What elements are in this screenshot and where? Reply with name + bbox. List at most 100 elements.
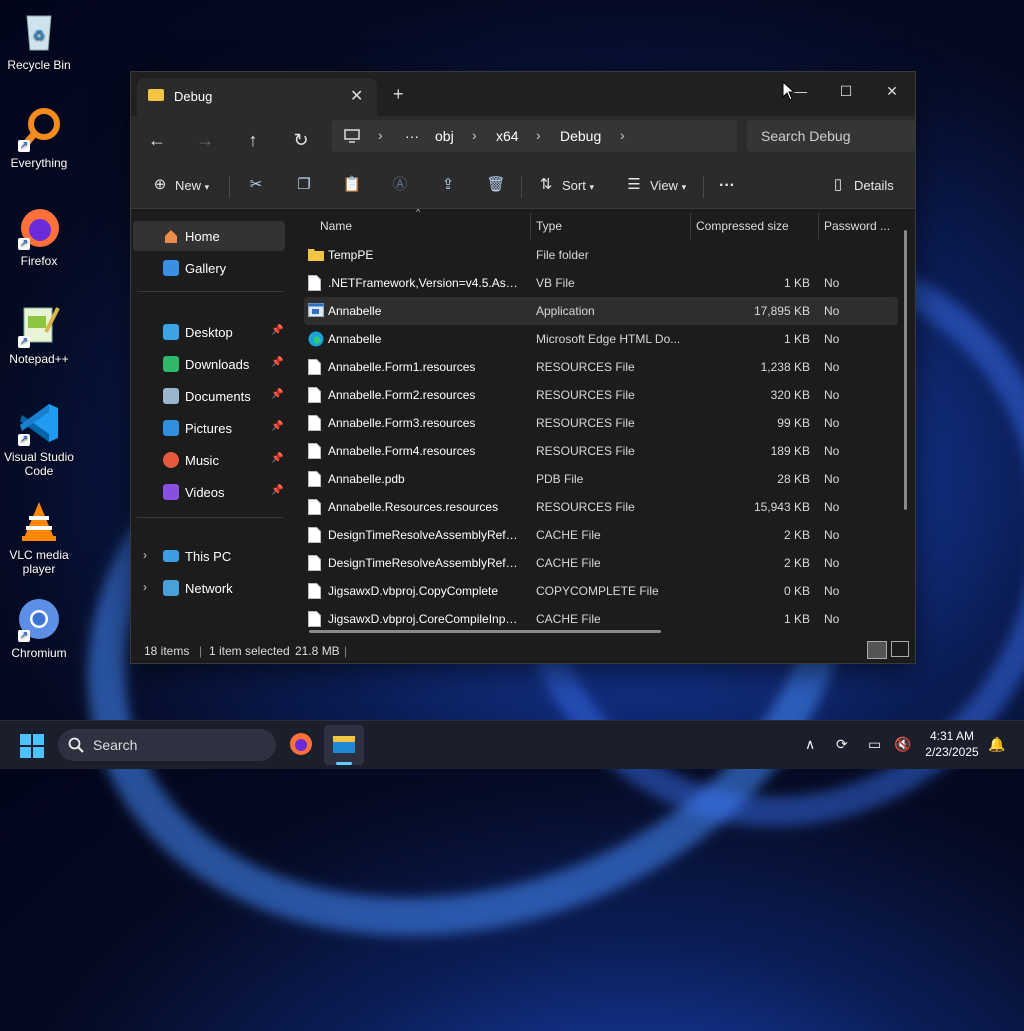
column-header-compressed-size[interactable]: Compressed size bbox=[696, 219, 789, 233]
column-header-password[interactable]: Password ... bbox=[824, 219, 890, 233]
column-header-name[interactable]: Name bbox=[320, 219, 352, 233]
sidebar-item-this-pc[interactable]: › This PC bbox=[133, 541, 285, 571]
file-name: Annabelle.Form3.resources bbox=[328, 416, 476, 430]
file-row[interactable]: .NETFramework,Version=v4.5.Asse... VB Fil… bbox=[304, 269, 898, 297]
breadcrumb-x64[interactable]: x64 bbox=[496, 128, 519, 144]
sort-icon: ⇅ bbox=[539, 176, 553, 193]
column-divider[interactable] bbox=[530, 213, 531, 239]
file-row[interactable]: Annabelle.Form4.resources RESOURCES File 1… bbox=[304, 437, 898, 465]
file-row[interactable]: Annabelle.Form2.resources RESOURCES File 3… bbox=[304, 381, 898, 409]
new-button[interactable]: New ▾ bbox=[175, 172, 209, 200]
desktop-icon-firefox[interactable]: ↗ Firefox bbox=[0, 204, 78, 268]
file-row[interactable]: Annabelle.pdb PDB File 28 KB No bbox=[304, 465, 898, 493]
chevron-down-icon: ▾ bbox=[204, 182, 210, 192]
pin-icon: 📌 bbox=[271, 325, 284, 336]
search-input[interactable]: Search Debug bbox=[747, 120, 915, 152]
back-button[interactable]: ← bbox=[141, 124, 173, 156]
file-password: No bbox=[824, 332, 840, 346]
desktop-icon-vlc[interactable]: VLC media player bbox=[0, 498, 78, 576]
file-explorer-window: Debug ✕ + — ☐ ✕ ← → ↑ ↻ › ··· obj › x64 … bbox=[130, 71, 916, 664]
file-row[interactable]: TempPE File folder bbox=[304, 241, 898, 269]
sidebar-item-label: Home bbox=[185, 229, 220, 244]
file-compressed-size: 320 KB bbox=[770, 388, 810, 402]
column-header-type[interactable]: Type bbox=[536, 219, 562, 233]
sync-icon[interactable]: ⟳ bbox=[836, 736, 848, 753]
desktop-icon-notepadpp[interactable]: ↗ Notepad++ bbox=[0, 302, 78, 366]
cut-icon[interactable]: ✂ bbox=[245, 174, 267, 196]
close-button[interactable]: ✕ bbox=[869, 76, 915, 106]
sidebar-item-pictures[interactable]: Pictures 📌 bbox=[133, 413, 285, 443]
pin-icon: 📌 bbox=[271, 453, 284, 464]
desktop-icon-vscode[interactable]: ↗ Visual Studio Code bbox=[0, 400, 78, 478]
refresh-button[interactable]: ↻ bbox=[285, 124, 317, 156]
file-row[interactable]: JigsawxD.vbproj.CoreCompileInput... CACHE… bbox=[304, 605, 898, 633]
file-row[interactable]: Annabelle.Resources.resources RESOURCES F… bbox=[304, 493, 898, 521]
taskbar-file-explorer[interactable] bbox=[324, 725, 364, 765]
more-options-button[interactable]: ··· bbox=[719, 172, 735, 200]
sidebar-item-label: Documents bbox=[185, 389, 251, 404]
sidebar-item-label: Network bbox=[185, 581, 233, 596]
sidebar-item-network[interactable]: › Network bbox=[133, 573, 285, 603]
sidebar-item-downloads[interactable]: Downloads 📌 bbox=[133, 349, 285, 379]
breadcrumb-more[interactable]: ··· bbox=[405, 128, 419, 144]
file-type: RESOURCES File bbox=[536, 444, 635, 458]
clock[interactable]: 4:31 AM 2/23/2025 bbox=[920, 729, 984, 759]
forward-button[interactable]: → bbox=[189, 124, 221, 156]
sidebar-item-videos[interactable]: Videos 📌 bbox=[133, 477, 285, 507]
paste-icon[interactable]: 📋 bbox=[341, 174, 363, 196]
sidebar-item-music[interactable]: Music 📌 bbox=[133, 445, 285, 475]
vertical-scrollbar[interactable] bbox=[904, 230, 907, 510]
taskbar-firefox[interactable] bbox=[288, 731, 314, 762]
maximize-button[interactable]: ☐ bbox=[823, 76, 869, 106]
breadcrumb-debug[interactable]: Debug bbox=[560, 128, 601, 144]
taskbar-search[interactable]: Search bbox=[58, 729, 276, 761]
start-button[interactable] bbox=[20, 734, 44, 763]
address-bar[interactable]: › ··· obj › x64 › Debug › bbox=[332, 120, 737, 152]
file-name: .NETFramework,Version=v4.5.Asse... bbox=[328, 276, 523, 290]
chevron-right-icon[interactable]: › bbox=[143, 580, 147, 594]
toolbar-divider bbox=[229, 176, 230, 198]
file-row[interactable]: Annabelle.Form1.resources RESOURCES File 1… bbox=[304, 353, 898, 381]
desktop-icon-chromium[interactable]: ↗ Chromium bbox=[0, 596, 78, 660]
large-icons-view-icon[interactable] bbox=[891, 641, 909, 657]
status-bar: 18 items | 1 item selected 21.8 MB | bbox=[131, 638, 915, 662]
sidebar-item-desktop[interactable]: Desktop 📌 bbox=[133, 317, 285, 347]
tab-debug[interactable]: Debug ✕ bbox=[137, 78, 377, 116]
column-divider[interactable] bbox=[818, 213, 819, 239]
file-row[interactable]: JigsawxD.vbproj.CopyComplete COPYCOMPLETE… bbox=[304, 577, 898, 605]
details-view-icon[interactable] bbox=[867, 641, 887, 659]
file-row[interactable]: DesignTimeResolveAssemblyRefer... CACHE F… bbox=[304, 521, 898, 549]
notepadpp-icon: ↗ bbox=[16, 302, 62, 348]
file-row[interactable]: DesignTimeResolveAssemblyRefer... CACHE F… bbox=[304, 549, 898, 577]
desktop-icon-recycle-bin[interactable]: ♻ Recycle Bin bbox=[0, 8, 78, 72]
file-row[interactable]: Annabelle Microsoft Edge HTML Do... 1 KB No bbox=[304, 325, 898, 353]
tab-close-button[interactable]: ✕ bbox=[350, 86, 363, 106]
copy-icon[interactable]: ❐ bbox=[293, 174, 315, 196]
sort-button[interactable]: Sort ▾ bbox=[562, 172, 594, 200]
volume-muted-icon[interactable]: 🔇 bbox=[894, 736, 911, 753]
new-tab-button[interactable]: + bbox=[393, 84, 404, 105]
up-button[interactable]: ↑ bbox=[237, 124, 269, 156]
file-row[interactable]: Annabelle.Form3.resources RESOURCES File 9… bbox=[304, 409, 898, 437]
show-hidden-icons-button[interactable]: ∧ bbox=[805, 736, 815, 753]
file-type: File folder bbox=[536, 248, 589, 262]
file-name: Annabelle.Resources.resources bbox=[328, 500, 499, 514]
clock-date: 2/23/2025 bbox=[925, 745, 979, 759]
rename-icon[interactable]: Ⓐ bbox=[389, 174, 411, 196]
view-button[interactable]: View ▾ bbox=[650, 172, 686, 200]
network-icon bbox=[163, 580, 179, 596]
sidebar-item-home[interactable]: Home bbox=[133, 221, 285, 251]
horizontal-scrollbar[interactable] bbox=[309, 630, 661, 633]
breadcrumb-obj[interactable]: obj bbox=[435, 128, 454, 144]
sidebar-item-gallery[interactable]: Gallery bbox=[133, 253, 285, 283]
network-status-icon[interactable]: ▭ bbox=[868, 736, 881, 753]
chevron-right-icon[interactable]: › bbox=[143, 548, 147, 562]
share-icon[interactable]: ⇪ bbox=[437, 174, 459, 196]
column-divider[interactable] bbox=[690, 213, 691, 239]
delete-icon[interactable]: 🗑 bbox=[485, 174, 507, 196]
desktop-icon-everything[interactable]: ↗ Everything bbox=[0, 106, 78, 170]
notification-bell-icon[interactable]: 🔔 bbox=[988, 736, 1005, 753]
file-row[interactable]: Annabelle Application 17,895 KB No bbox=[304, 297, 898, 325]
details-button[interactable]: Details bbox=[854, 172, 894, 200]
sidebar-item-documents[interactable]: Documents 📌 bbox=[133, 381, 285, 411]
